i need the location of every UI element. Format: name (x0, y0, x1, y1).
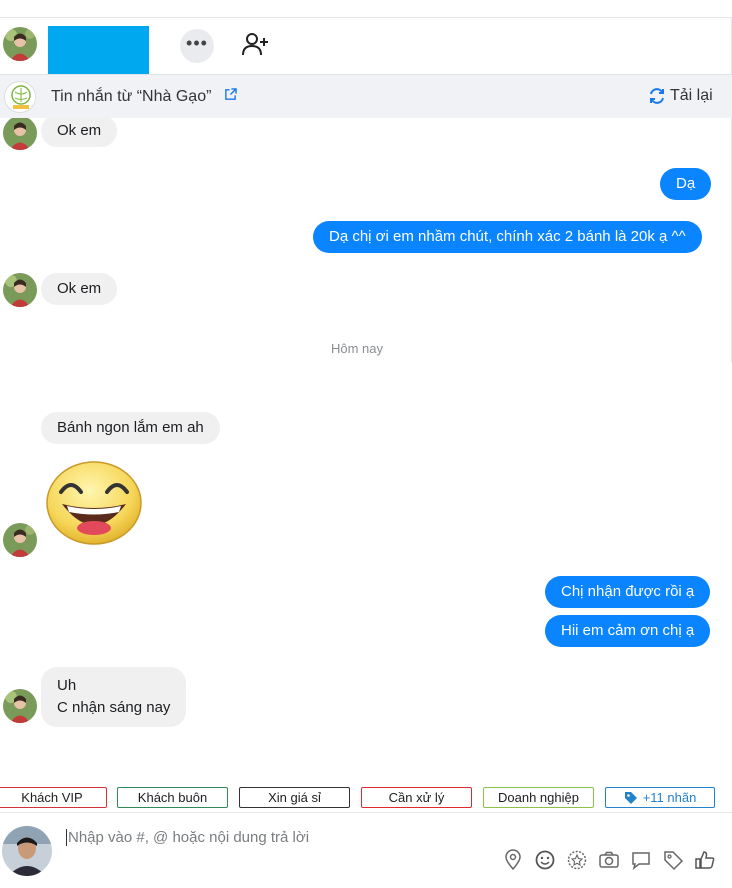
incoming-message[interactable]: Ok em (41, 118, 118, 147)
emoji-icon[interactable] (534, 849, 556, 871)
tag-label: Doanh nghiệp (498, 790, 579, 805)
incoming-message[interactable]: Ok em (41, 273, 118, 305)
tag-label: Cần xử lý (388, 790, 445, 805)
more-options-button[interactable]: ••• (180, 29, 214, 63)
tag-doanh-nghiep[interactable]: Doanh nghiệp (483, 787, 594, 808)
tag-icon (624, 791, 637, 804)
location-icon[interactable] (502, 849, 524, 871)
add-friend-button[interactable] (238, 28, 272, 62)
message-composer: Nhập vào #, @ hoặc nội dung trả lời (0, 812, 732, 888)
sticker-icon[interactable] (566, 849, 588, 871)
tag-can-xu-ly[interactable]: Cần xử lý (361, 787, 472, 808)
tag-label: Xin giá sỉ (268, 790, 321, 805)
page-logo (4, 81, 36, 113)
more-tags-button[interactable]: +11 nhãn (605, 787, 715, 808)
outgoing-message[interactable]: Hii em cảm ơn chị ạ (545, 615, 711, 647)
incoming-message[interactable]: Uh C nhận sáng nay (41, 667, 187, 727)
my-avatar[interactable] (2, 826, 52, 876)
reload-label: Tải lại (670, 87, 713, 104)
day-separator: Hôm nay (330, 341, 384, 356)
outgoing-message[interactable]: Dạ (660, 168, 712, 200)
message-line: Uh (57, 677, 77, 694)
add-friend-icon (242, 33, 268, 56)
tag-icon[interactable] (662, 849, 684, 871)
chat-icon[interactable] (630, 849, 652, 871)
camera-icon[interactable] (598, 849, 620, 871)
conversation-header: ••• (0, 18, 732, 74)
incoming-message[interactable]: Bánh ngon lắm em ah (41, 412, 220, 444)
outgoing-message[interactable]: Dạ chị ơi em nhầm chút, chính xác 2 bánh… (313, 221, 702, 253)
message-source-text: Tin nhắn từ “Nhà Gạo” (51, 88, 212, 105)
tag-label: Khách VIP (21, 790, 83, 805)
contact-avatar (3, 273, 37, 307)
contact-avatar (3, 689, 37, 723)
reload-button[interactable]: Tải lại (648, 87, 713, 105)
composer-toolbar (502, 849, 716, 871)
message-input[interactable]: Nhập vào #, @ hoặc nội dung trả lời (66, 829, 666, 846)
tag-khach-buon[interactable]: Khách buôn (117, 787, 228, 808)
contact-name-block[interactable] (48, 26, 149, 74)
message-list[interactable]: Ok em Dạ Dạ chị ơi em nhầm chút, chính x… (0, 118, 732, 780)
refresh-icon (650, 88, 664, 104)
tag-label: Khách buôn (137, 790, 208, 805)
label-bar: Khách VIP Khách buôn Xin giá sỉ Cần xử l… (0, 787, 732, 809)
tag-khach-vip[interactable]: Khách VIP (0, 787, 107, 808)
contact-avatar (3, 118, 37, 150)
more-tags-label: +11 nhãn (642, 790, 697, 805)
contact-avatar[interactable] (3, 27, 37, 61)
message-line: C nhận sáng nay (57, 699, 171, 716)
tag-xin-gia-si[interactable]: Xin giá sỉ (239, 787, 350, 808)
more-icon: ••• (186, 33, 208, 53)
outgoing-message[interactable]: Chị nhận được rồi ạ (545, 576, 711, 608)
message-source-banner: Tin nhắn từ “Nhà Gạo” Tải lại (0, 74, 732, 118)
laughing-sticker[interactable] (45, 460, 143, 546)
contact-avatar (3, 523, 37, 557)
external-link-icon[interactable] (224, 88, 237, 101)
like-icon[interactable] (694, 849, 716, 871)
